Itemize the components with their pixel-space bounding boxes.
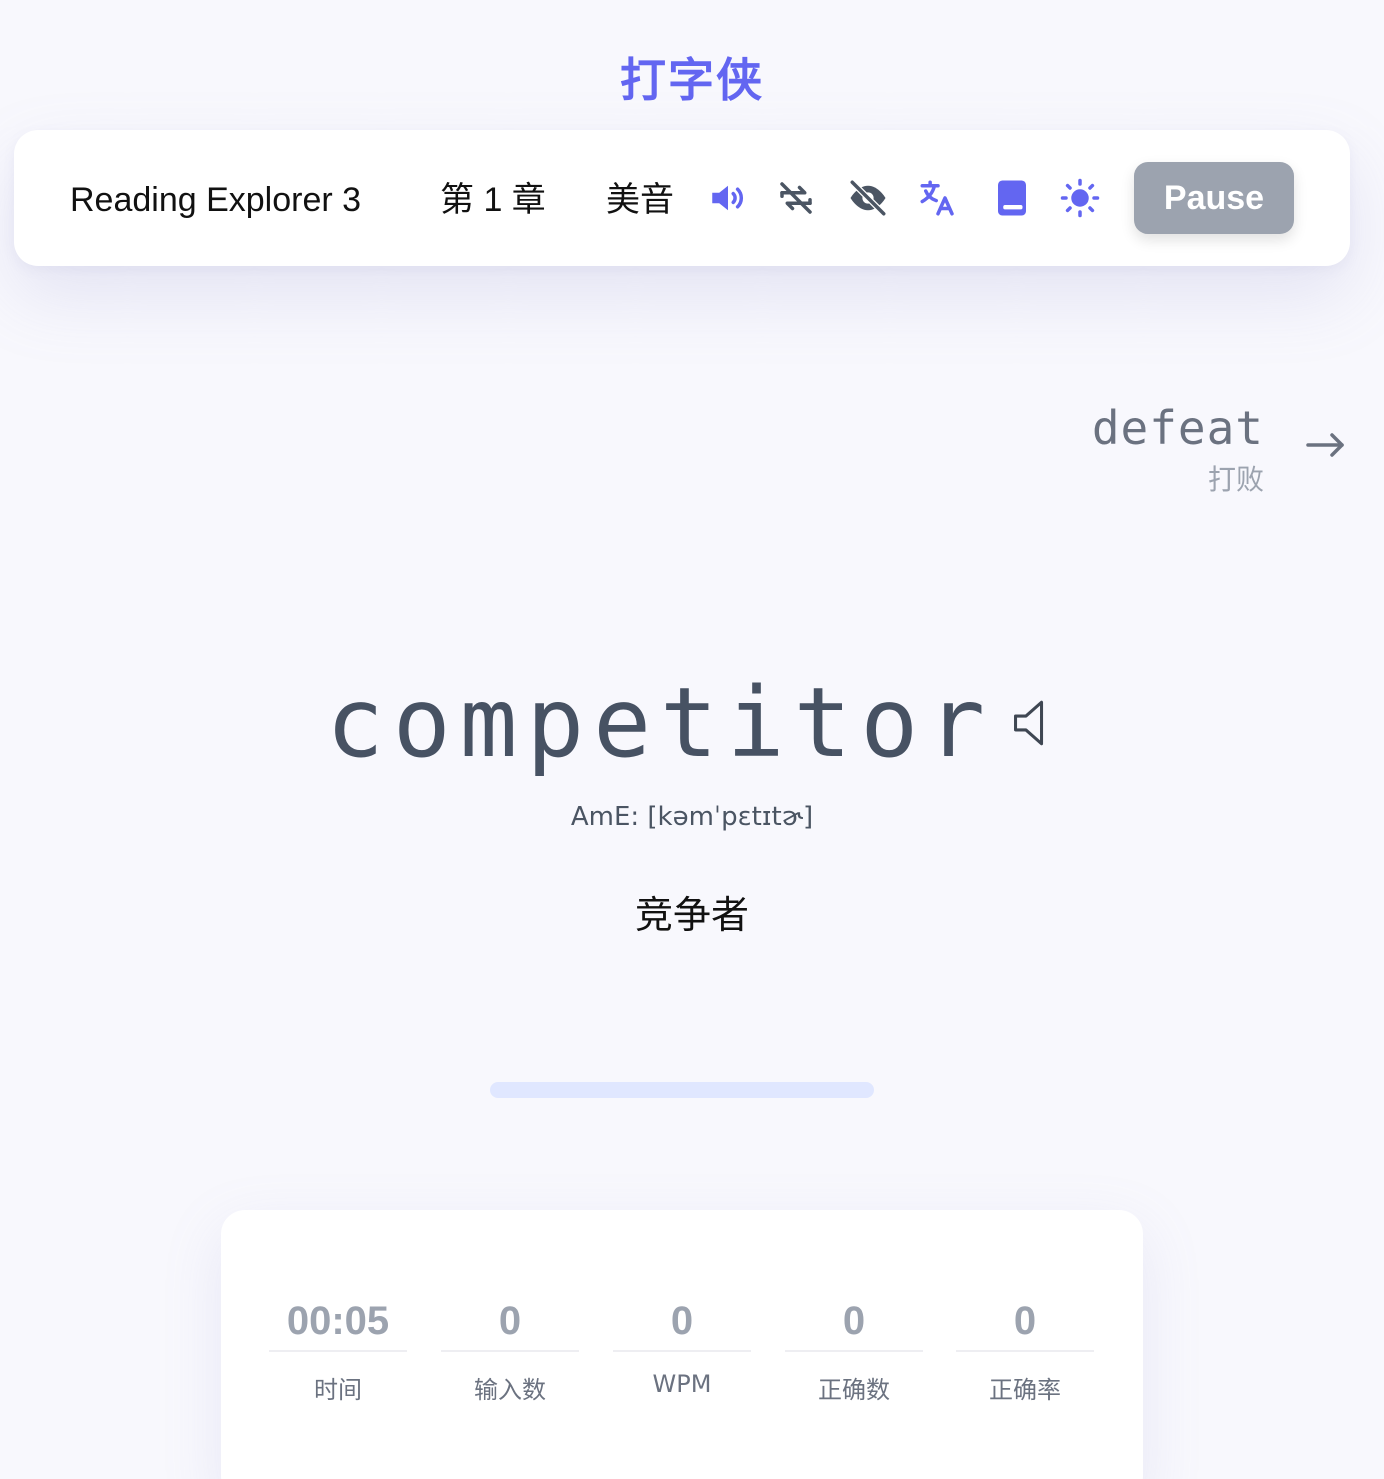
stat-label: 输入数 xyxy=(474,1376,546,1404)
progress-bar xyxy=(490,1082,874,1098)
stat-value: 0 xyxy=(441,1290,579,1352)
stat-label: 正确率 xyxy=(989,1376,1061,1404)
stat-value: 0 xyxy=(956,1290,1094,1352)
speaker-icon[interactable] xyxy=(706,176,750,220)
accent-selector[interactable]: 美音 xyxy=(606,130,674,266)
stat-label: 时间 xyxy=(314,1376,362,1404)
next-word[interactable]: defeat 打败 xyxy=(1092,398,1264,500)
book-icon[interactable] xyxy=(990,176,1034,220)
stat-accuracy: 0 正确率 xyxy=(956,1290,1094,1405)
stat-label: 正确数 xyxy=(818,1376,890,1404)
stat-value: 00:05 xyxy=(269,1290,407,1352)
stat-wpm: 0 WPM xyxy=(613,1290,751,1398)
loop-off-icon[interactable] xyxy=(774,176,818,220)
eye-off-icon[interactable] xyxy=(846,176,890,220)
pause-button[interactable]: Pause xyxy=(1134,162,1294,234)
dictionary-selector[interactable]: Reading Explorer 3 xyxy=(70,130,361,266)
stat-value: 0 xyxy=(785,1290,923,1352)
translate-icon[interactable] xyxy=(916,176,960,220)
stats-card: 00:05 时间 0 输入数 0 WPM 0 正确数 0 正确率 xyxy=(221,1210,1143,1479)
toolbar: Reading Explorer 3 第 1 章 美音 Pause xyxy=(14,130,1350,266)
next-word-text: defeat xyxy=(1091,401,1264,455)
current-word-row: competitor xyxy=(0,668,1384,778)
phonetic: AmE: [kəmˈpɛtɪtɚ] xyxy=(570,802,814,832)
next-word-translation: 打败 xyxy=(1207,463,1264,496)
app-title: 打字侠 xyxy=(620,53,764,107)
stat-value: 0 xyxy=(613,1290,751,1352)
arrow-right-icon[interactable] xyxy=(1300,420,1350,470)
stat-time: 00:05 时间 xyxy=(269,1290,407,1405)
stat-input-count: 0 输入数 xyxy=(441,1290,579,1405)
chapter-selector[interactable]: 第 1 章 xyxy=(440,130,546,266)
sun-icon[interactable] xyxy=(1058,176,1102,220)
word-translation: 竞争者 xyxy=(634,893,749,937)
stat-label: WPM xyxy=(652,1370,712,1398)
current-word: competitor xyxy=(326,667,994,779)
speaker-outline-icon[interactable] xyxy=(1012,693,1058,753)
stat-correct-count: 0 正确数 xyxy=(785,1290,923,1405)
